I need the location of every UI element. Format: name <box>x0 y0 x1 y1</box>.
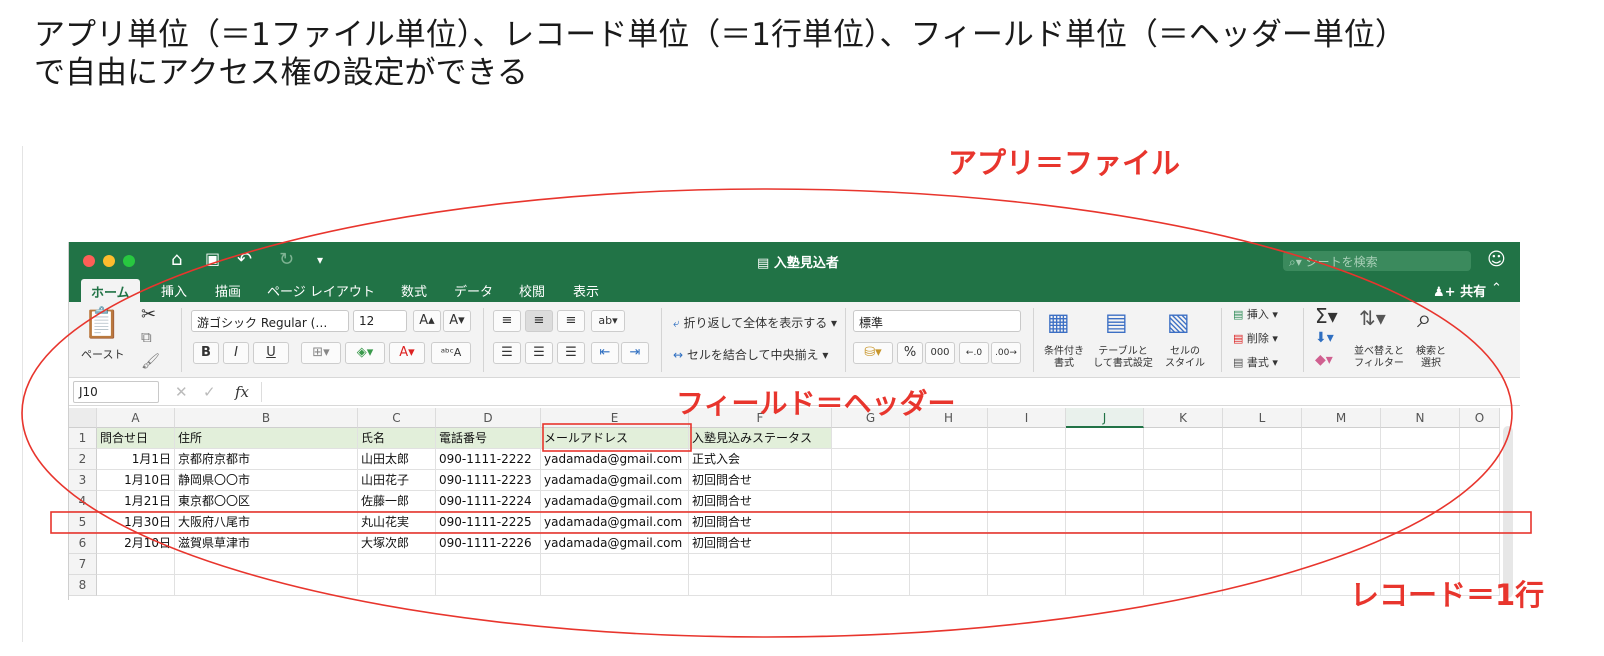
app-annotation: アプリ＝ファイル <box>948 146 1181 180</box>
record-annotation: レコード＝1行 <box>1350 578 1545 612</box>
field-annotation: フィールド＝ヘッダー <box>676 387 956 420</box>
annotation-overlay <box>21 188 1532 638</box>
record-row-highlight <box>50 511 1532 534</box>
field-header-highlight <box>542 423 692 452</box>
